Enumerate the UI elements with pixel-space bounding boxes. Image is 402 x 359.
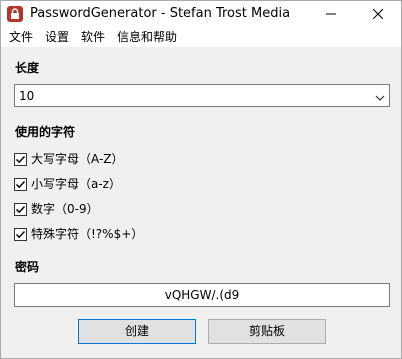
- minimize-icon[interactable]: [308, 1, 354, 27]
- password-output[interactable]: vQHGW/.(d9: [14, 283, 390, 307]
- menu-software[interactable]: 软件: [81, 29, 105, 45]
- password-label: 密码: [15, 260, 40, 274]
- window-title: PasswordGenerator - Stefan Trost Media: [30, 6, 291, 21]
- checkbox-label: 大写字母（A-Z）: [31, 152, 124, 166]
- length-value: 10: [19, 89, 35, 103]
- length-label: 长度: [15, 61, 40, 75]
- checkbox-checked-icon[interactable]: [14, 227, 27, 241]
- menu-info-help[interactable]: 信息和帮助: [117, 29, 177, 45]
- menu-bar: 文件 设置 软件 信息和帮助: [1, 27, 401, 47]
- chevron-down-icon: [375, 91, 385, 105]
- checkbox-digits[interactable]: 数字（0-9）: [14, 201, 99, 217]
- title-bar: PasswordGenerator - Stefan Trost Media: [1, 1, 401, 27]
- length-select[interactable]: 10: [14, 84, 390, 107]
- menu-file[interactable]: 文件: [9, 29, 33, 45]
- checkbox-checked-icon[interactable]: [14, 177, 27, 191]
- create-button[interactable]: 创建: [78, 319, 196, 344]
- app-window: PasswordGenerator - Stefan Trost Media 文…: [0, 0, 402, 359]
- checkbox-checked-icon[interactable]: [14, 152, 27, 166]
- checkbox-checked-icon[interactable]: [14, 202, 27, 216]
- lock-icon: [7, 6, 23, 22]
- checkbox-label: 小写字母（a-z）: [31, 177, 121, 191]
- chars-label: 使用的字符: [15, 125, 76, 139]
- checkbox-label: 数字（0-9）: [31, 202, 99, 216]
- menu-settings[interactable]: 设置: [45, 29, 69, 45]
- checkbox-uppercase[interactable]: 大写字母（A-Z）: [14, 151, 124, 167]
- checkbox-label: 特殊字符（!?%$+）: [31, 227, 144, 241]
- clipboard-button[interactable]: 剪贴板: [208, 319, 326, 344]
- checkbox-lowercase[interactable]: 小写字母（a-z）: [14, 176, 121, 192]
- close-icon[interactable]: [355, 1, 401, 27]
- checkbox-special[interactable]: 特殊字符（!?%$+）: [14, 226, 143, 242]
